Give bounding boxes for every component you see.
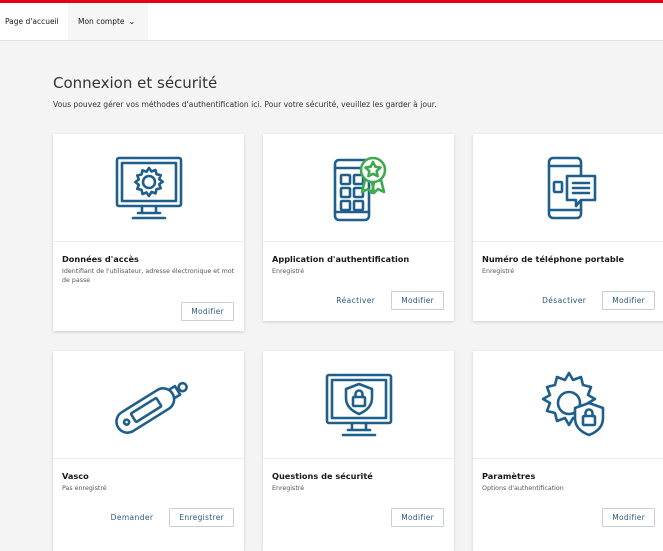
card-mobile-number: Numéro de téléphone portable Enregistré …: [473, 134, 663, 321]
monitor-shield-icon: [325, 373, 392, 436]
phone-message-icon: [547, 156, 597, 219]
card-description: Options d'authentification: [482, 485, 564, 492]
card-description: Identifiant de l'utilisateur, adresse él…: [62, 268, 235, 284]
register-vasco-button[interactable]: Enregistrer: [169, 508, 234, 527]
token-device-icon: [114, 381, 188, 434]
request-vasco-link[interactable]: Demander: [111, 513, 154, 522]
reactivate-app-link[interactable]: Réactiver: [336, 296, 375, 305]
card-description: Pas enregistré: [62, 485, 107, 492]
card-title: Paramètres: [482, 471, 536, 481]
card-icon-area: [473, 134, 663, 242]
card-description: Enregistré: [272, 485, 305, 492]
card-title: Données d'accès: [62, 254, 139, 264]
card-title: Vasco: [62, 471, 89, 481]
card-vasco: Vasco Pas enregistré Demander Enregistre…: [53, 351, 244, 551]
card-icon-area: [53, 134, 244, 242]
card-description: Enregistré: [272, 268, 305, 275]
card-authenticator-app: Application d'authentification Enregistr…: [263, 134, 454, 321]
modify-settings-button[interactable]: Modifier: [602, 508, 655, 527]
page-subtitle: Vous pouvez gérer vos méthodes d'authent…: [53, 100, 437, 109]
nav-account-label: Mon compte: [78, 17, 125, 26]
modify-app-button[interactable]: Modifier: [391, 291, 444, 310]
modify-number-button[interactable]: Modifier: [602, 291, 655, 310]
modify-questions-button[interactable]: Modifier: [391, 508, 444, 527]
nav-account-menu[interactable]: Mon compte ⌄: [68, 3, 148, 40]
card-icon-area: [263, 351, 454, 459]
card-settings: Paramètres Options d'authentification Mo…: [473, 351, 663, 551]
modify-access-data-button[interactable]: Modifier: [181, 302, 234, 321]
gear-shield-icon: [541, 371, 605, 436]
card-security-questions: Questions de sécurité Enregistré Modifie…: [263, 351, 454, 551]
monitor-gear-icon: [115, 156, 182, 219]
phone-app-badge-icon: [333, 156, 386, 221]
page-title: Connexion et sécurité: [53, 74, 218, 92]
card-access-data: Données d'accès Identifiant de l'utilisa…: [53, 134, 244, 331]
top-navigation: Page d'accueil Mon compte ⌄: [0, 3, 663, 41]
deactivate-number-link[interactable]: Désactiver: [542, 296, 586, 305]
card-icon-area: [53, 351, 244, 459]
card-icon-area: [263, 134, 454, 242]
card-title: Numéro de téléphone portable: [482, 254, 625, 264]
card-title: Questions de sécurité: [272, 471, 373, 481]
card-icon-area: [473, 351, 663, 459]
card-description: Enregistré: [482, 268, 515, 275]
card-title: Application d'authentification: [272, 254, 410, 264]
nav-home-link[interactable]: Page d'accueil: [5, 3, 59, 40]
chevron-down-icon: ⌄: [128, 17, 136, 26]
